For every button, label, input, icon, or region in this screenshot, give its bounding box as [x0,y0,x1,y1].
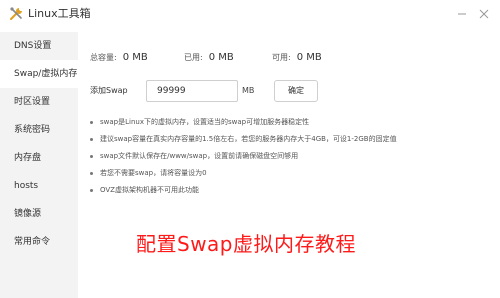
sidebar-item-ramdisk[interactable]: 内存盘 [0,144,78,172]
available-label: 可用: [272,53,291,62]
sidebar-item-mirror[interactable]: 镜像源 [0,200,78,228]
note-item: swap是Linux下的虚拟内存，设置适当的swap可增加服务器稳定性 [90,114,490,131]
available-stat: 可用: 0 MB [272,52,322,63]
notes-list: swap是Linux下的虚拟内存，设置适当的swap可增加服务器稳定性 建议sw… [90,114,490,199]
swap-size-label: 添加Swap [90,86,128,95]
sidebar-item-hosts[interactable]: hosts [0,172,78,200]
window-title: Linux工具箱 [28,7,91,20]
tutorial-caption: 配置Swap虚拟内存教程 [136,232,357,256]
sidebar-item-commands[interactable]: 常用命令 [0,228,78,256]
note-item: swap文件默认保存在/www/swap，设置前请确保磁盘空间够用 [90,148,490,165]
swap-size-input[interactable] [146,80,238,102]
sidebar-item-dns[interactable]: DNS设置 [0,32,78,60]
total-label: 总容量: [90,53,117,62]
note-item: OVZ虚拟架构机器不可用此功能 [90,182,490,199]
sidebar: DNS设置 Swap/虚拟内存 时区设置 系统密码 内存盘 hosts 镜像源 … [0,32,78,298]
used-stat: 已用: 0 MB [184,52,234,63]
swap-unit-label: MB [242,86,255,95]
sidebar-item-timezone[interactable]: 时区设置 [0,88,78,116]
swap-panel: 总容量: 0 MB 已用: 0 MB 可用: 0 MB 添加Swap MB 确定 sw… [78,32,500,298]
title-bar: Linux工具箱 [0,0,500,28]
note-item: 若您不需要swap，请将容量设为0 [90,165,490,182]
available-value: 0 MB [296,52,322,63]
used-label: 已用: [184,53,203,62]
tools-icon [8,6,24,22]
close-icon[interactable] [476,6,492,22]
minimize-icon[interactable] [454,6,470,22]
confirm-button[interactable]: 确定 [274,80,318,102]
sidebar-item-password[interactable]: 系统密码 [0,116,78,144]
total-stat: 总容量: 0 MB [90,52,148,63]
total-value: 0 MB [122,52,148,63]
sidebar-item-swap[interactable]: Swap/虚拟内存 [0,60,78,88]
note-item: 建议swap容量在真实内存容量的1.5倍左右，若您的服务器内存大于4GB，可设1… [90,131,490,148]
used-value: 0 MB [208,52,234,63]
app-window: Linux工具箱 DNS设置 Swap/虚拟内存 时区设置 系统密码 内存盘 h… [0,0,500,298]
